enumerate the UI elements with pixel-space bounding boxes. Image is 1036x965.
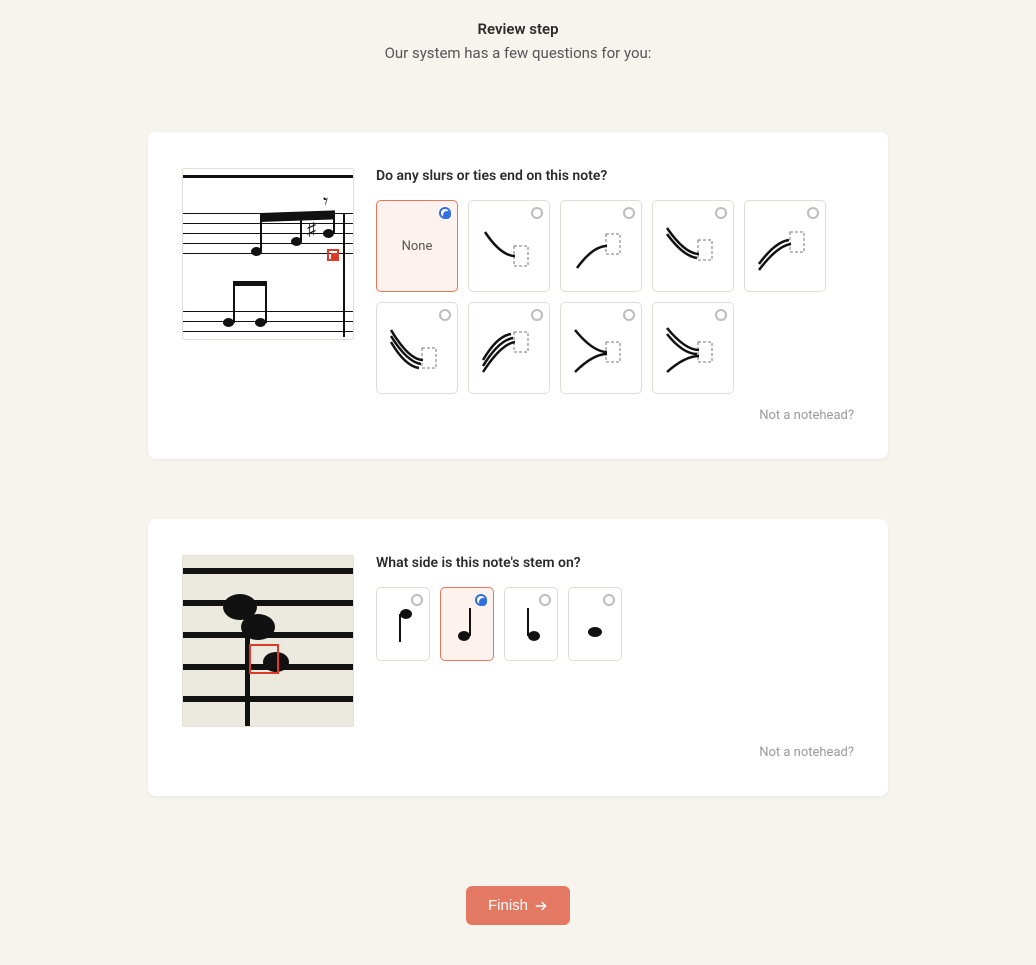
page-subtitle: Our system has a few questions for you: [0, 44, 1036, 62]
page-header: Review step Our system has a few questio… [0, 0, 1036, 72]
option-slur-1[interactable] [468, 200, 550, 292]
not-notehead-link-1[interactable]: Not a notehead? [376, 408, 854, 423]
finish-container: Finish [0, 886, 1036, 965]
option-stem-left-down[interactable] [376, 587, 430, 661]
page-title: Review step [0, 20, 1036, 38]
radio-icon [715, 207, 727, 219]
option-stem-left-up[interactable] [504, 587, 558, 661]
slur-icon [571, 216, 631, 276]
score-snippet-1: 𝄾 ♯ [182, 168, 354, 340]
option-none-label: None [402, 239, 433, 254]
radio-icon [539, 594, 551, 606]
option-slur-3[interactable] [652, 200, 734, 292]
arrow-right-icon [534, 899, 548, 913]
slur-icon [479, 216, 539, 276]
radio-icon [475, 594, 487, 606]
option-stem-right-up[interactable] [440, 587, 494, 661]
radio-icon [439, 207, 451, 219]
finish-button[interactable]: Finish [466, 886, 570, 925]
slur-icon [663, 318, 723, 378]
option-slur-7[interactable] [560, 302, 642, 394]
slur-icon [479, 318, 539, 378]
radio-icon [623, 207, 635, 219]
slur-icon [387, 318, 447, 378]
radio-icon [531, 309, 543, 321]
note-icon [388, 602, 418, 646]
option-slur-5[interactable] [376, 302, 458, 394]
slur-options: None [376, 200, 854, 394]
question-2-text: What side is this note's stem on? [376, 555, 854, 571]
question-card-stem: What side is this note's stem on? [148, 519, 888, 796]
option-slur-6[interactable] [468, 302, 550, 394]
not-notehead-link-2[interactable]: Not a notehead? [376, 745, 854, 760]
slur-icon [571, 318, 631, 378]
note-icon [580, 602, 610, 646]
slur-icon [663, 216, 723, 276]
radio-icon [439, 309, 451, 321]
option-slur-4[interactable] [744, 200, 826, 292]
option-slur-8[interactable] [652, 302, 734, 394]
radio-icon [603, 594, 615, 606]
radio-icon [531, 207, 543, 219]
radio-icon [807, 207, 819, 219]
score-snippet-2 [182, 555, 354, 727]
stem-options [376, 587, 854, 661]
option-slur-2[interactable] [560, 200, 642, 292]
option-none[interactable]: None [376, 200, 458, 292]
radio-icon [715, 309, 727, 321]
note-icon [452, 602, 482, 646]
question-1-text: Do any slurs or ties end on this note? [376, 168, 854, 184]
radio-icon [411, 594, 423, 606]
option-no-stem[interactable] [568, 587, 622, 661]
note-icon [516, 602, 546, 646]
radio-icon [623, 309, 635, 321]
slur-icon [755, 216, 815, 276]
question-card-slurs: 𝄾 ♯ Do any slurs or ties end [148, 132, 888, 459]
